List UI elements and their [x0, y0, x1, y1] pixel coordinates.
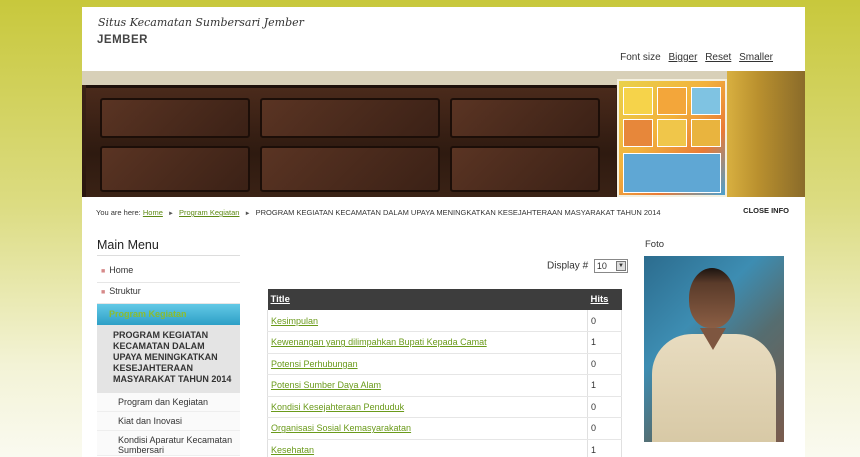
hits-count: 0	[587, 417, 622, 440]
hits-count: 0	[587, 396, 622, 418]
main-menu-title: Main Menu	[97, 238, 159, 252]
column-title-header[interactable]: Title	[267, 289, 588, 310]
menu-item-struktur[interactable]: ■ Struktur	[97, 283, 240, 304]
font-smaller-link[interactable]: Smaller	[739, 52, 773, 63]
submenu-item-kiat-dan-inovasi[interactable]: Kiat dan Inovasi	[97, 412, 240, 431]
site-subtitle: JEMBER	[97, 34, 148, 46]
article-link[interactable]: Kewenangan yang dilimpahkan Bupati Kepad…	[271, 337, 487, 347]
table-row: Potensi Perhubungan 0	[267, 353, 622, 375]
display-count: Display # 10 ▼	[547, 259, 628, 273]
font-size-label: Font size	[620, 52, 661, 63]
font-bigger-link[interactable]: Bigger	[669, 52, 698, 63]
page-container: Situs Kecamatan Sumbersari Jember JEMBER…	[82, 7, 805, 457]
hits-count: 1	[587, 374, 622, 397]
table-row: Kesehatan 1	[267, 439, 622, 457]
foto-heading: Foto	[645, 239, 665, 250]
submenu-item-program-dan-kegiatan[interactable]: Program dan Kegiatan	[97, 393, 240, 412]
menu-item-program-kegiatan[interactable]: Program Kegiatan	[97, 304, 240, 325]
chevron-down-icon: ▼	[615, 261, 626, 271]
article-link[interactable]: Kesimpulan	[271, 316, 318, 326]
breadcrumb-prefix: You are here:	[96, 208, 141, 217]
article-link[interactable]: Kesehatan	[271, 445, 314, 455]
table-row: Kondisi Kesejahteraan Penduduk 0	[267, 396, 622, 418]
submenu-item-kondisi-aparatur[interactable]: Kondisi Aparatur Kecamatan Sumbersari	[97, 431, 240, 456]
profile-photo	[644, 256, 784, 442]
breadcrumb-separator-icon: ►	[167, 211, 174, 217]
header-banner-image	[82, 71, 805, 197]
table-row: Kesimpulan 0	[267, 310, 622, 332]
hits-count: 0	[587, 353, 622, 375]
breadcrumb-current: PROGRAM KEGIATAN KECAMATAN DALAM UPAYA M…	[255, 208, 661, 217]
breadcrumb: You are here: Home ► Program Kegiatan ► …	[96, 208, 661, 217]
font-reset-link[interactable]: Reset	[705, 52, 731, 63]
display-label: Display #	[547, 260, 589, 272]
site-title: Situs Kecamatan Sumbersari Jember	[98, 16, 304, 29]
menu-item-home[interactable]: ■ Home	[97, 262, 240, 283]
breadcrumb-separator-icon: ►	[244, 211, 251, 217]
bullet-icon: ■	[101, 268, 106, 275]
font-size-controls: Font size Bigger Reset Smaller	[620, 52, 773, 63]
breadcrumb-home-link[interactable]: Home	[143, 208, 163, 217]
menu-active-subitem[interactable]: PROGRAM KEGIATAN KECAMATAN DALAM UPAYA M…	[97, 325, 240, 393]
hits-count: 1	[587, 439, 622, 457]
article-link[interactable]: Potensi Sumber Daya Alam	[271, 380, 381, 390]
article-link[interactable]: Kondisi Kesejahteraan Penduduk	[271, 402, 404, 412]
close-info-button[interactable]: CLOSE INFO	[743, 206, 789, 215]
bullet-icon: ■	[101, 289, 106, 296]
breadcrumb-section-link[interactable]: Program Kegiatan	[179, 208, 239, 217]
table-row: Potensi Sumber Daya Alam 1	[267, 374, 622, 397]
display-select[interactable]: 10 ▼	[593, 259, 628, 273]
column-hits-header[interactable]: Hits	[587, 289, 622, 310]
hits-count: 1	[587, 331, 622, 354]
menu-divider	[97, 255, 240, 256]
main-menu: ■ Home ■ Struktur Program Kegiatan PROGRAM…	[97, 262, 240, 456]
article-link[interactable]: Organisasi Sosial Kemasyarakatan	[271, 423, 411, 433]
article-table: Title Hits Kesimpulan 0 Kewenangan yang d…	[267, 289, 622, 457]
article-link[interactable]: Potensi Perhubungan	[271, 359, 358, 369]
hits-count: 0	[587, 310, 622, 332]
table-row: Kewenangan yang dilimpahkan Bupati Kepad…	[267, 331, 622, 354]
table-row: Organisasi Sosial Kemasyarakatan 0	[267, 417, 622, 440]
